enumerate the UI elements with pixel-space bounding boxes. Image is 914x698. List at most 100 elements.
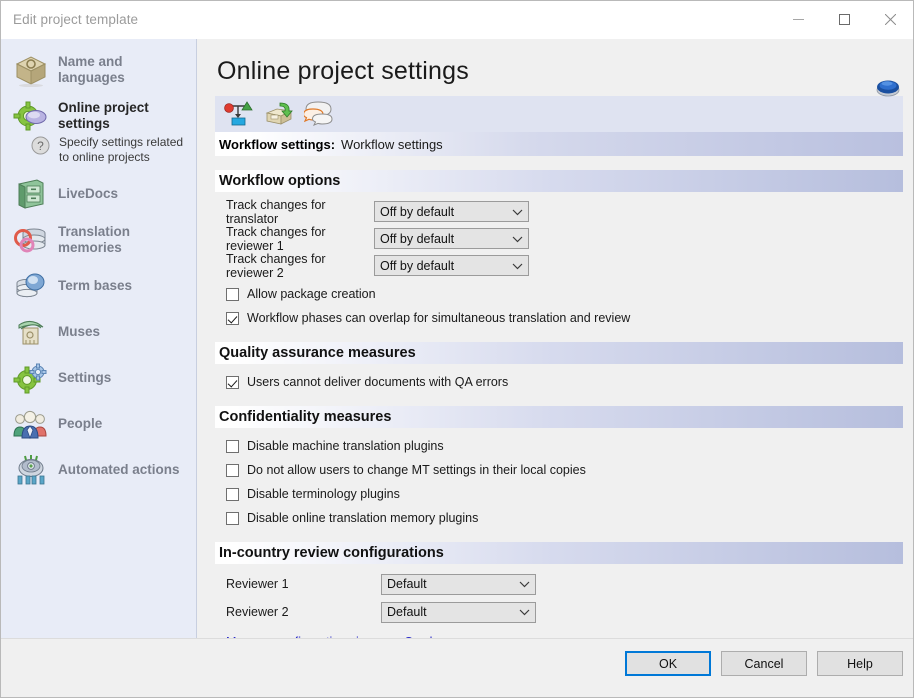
sidebar-item-livedocs[interactable]: LiveDocs [1, 171, 196, 217]
checkbox-box[interactable] [226, 288, 239, 301]
dialog-buttons: OK Cancel Help [625, 651, 903, 676]
chevron-down-icon [512, 205, 523, 219]
minimize-icon[interactable] [775, 1, 821, 38]
checkbox-workflow-phases-overlap[interactable]: Workflow phases can overlap for simultan… [219, 306, 903, 330]
file-cabinet-icon [11, 174, 51, 214]
chevron-down-icon [519, 577, 530, 591]
gears-icon [11, 358, 51, 398]
sidebar-item-name-and-languages[interactable]: Name and languages [1, 47, 196, 93]
checkbox-disable-machine-translation-plugins[interactable]: Disable machine translation plugins [219, 434, 903, 458]
combo-value: Off by default [380, 232, 454, 246]
memoq-logo-icon [875, 77, 901, 99]
sidebar-item-label: People [58, 416, 102, 432]
sidebar-item-label: Name and languages [58, 54, 190, 85]
checkbox-label: Disable online translation memory plugin… [247, 511, 478, 525]
checkbox-label: Disable machine translation plugins [247, 439, 444, 453]
checkbox-box[interactable] [226, 488, 239, 501]
robot-icon [11, 450, 51, 490]
checkbox-box[interactable] [226, 440, 239, 453]
sidebar-item-description-text: Specify settings related to online proje… [59, 135, 184, 165]
question-mark-icon: ? [31, 136, 51, 156]
sidebar-item-settings[interactable]: Settings [1, 355, 196, 401]
window-title: Edit project template [1, 12, 138, 27]
checkbox-box[interactable] [226, 464, 239, 477]
reviewer-2-select[interactable]: Default [381, 602, 536, 623]
page-title: Online project settings [207, 39, 903, 86]
help-button[interactable]: Help [817, 651, 903, 676]
checkbox-disable-online-tm-plugins[interactable]: Disable online translation memory plugin… [219, 506, 903, 530]
checkbox-box[interactable] [226, 376, 239, 389]
section-title: Workflow options [215, 170, 903, 192]
gear-cloud-icon [11, 96, 51, 136]
ok-button[interactable]: OK [625, 651, 711, 676]
field-label: Track changes for reviewer 2 [219, 252, 374, 280]
context-bar-label: Workflow settings: [219, 137, 335, 152]
checkbox-label: Disable terminology plugins [247, 487, 400, 501]
dialog-body: Name and languages [1, 39, 913, 638]
checkbox-disallow-mt-settings-change[interactable]: Do not allow users to change MT settings… [219, 458, 903, 482]
field-label: Reviewer 2 [219, 605, 381, 619]
sidebar-item-automated-actions[interactable]: Automated actions [1, 447, 196, 493]
sidebar-item-label: Translation memories [58, 224, 190, 255]
chevron-down-icon [512, 232, 523, 246]
svg-text:?: ? [37, 139, 44, 153]
workflow-settings-context-bar: Workflow settings: Workflow settings [215, 132, 903, 156]
checkbox-users-cannot-deliver-qa-errors[interactable]: Users cannot deliver documents with QA e… [219, 370, 903, 394]
section-title: Confidentiality measures [215, 406, 903, 428]
workflow-toolbar [215, 96, 903, 132]
field-label: Track changes for reviewer 1 [219, 225, 374, 253]
comments-icon[interactable] [299, 97, 339, 131]
sidebar-item-online-project-settings[interactable]: Online project settings [1, 93, 196, 139]
checkbox-allow-package-creation[interactable]: Allow package creation [219, 282, 903, 306]
field-reviewer-1: Reviewer 1 Default [219, 570, 903, 598]
sidebar-item-translation-memories[interactable]: Translation memories [1, 217, 196, 263]
term-base-icon [11, 266, 51, 306]
section-body: Disable machine translation plugins Do n… [215, 428, 903, 536]
maximize-icon[interactable] [821, 1, 867, 38]
checkbox-label: Workflow phases can overlap for simultan… [247, 311, 630, 325]
sidebar-item-people[interactable]: People [1, 401, 196, 447]
section-quality-assurance-measures: Quality assurance measures Users cannot … [215, 342, 903, 400]
package-box-icon [11, 50, 51, 90]
field-reviewer-2: Reviewer 2 Default [219, 598, 903, 626]
workflow-settings-icon[interactable] [219, 97, 259, 131]
context-bar-value: Workflow settings [341, 137, 443, 152]
delivery-box-icon[interactable] [259, 97, 299, 131]
field-track-changes-reviewer-1: Track changes for reviewer 1 Off by defa… [219, 225, 903, 252]
title-bar: Edit project template [1, 1, 913, 39]
checkbox-box[interactable] [226, 312, 239, 325]
field-label: Track changes for translator [219, 198, 374, 226]
combo-value: Default [387, 577, 427, 591]
sidebar-item-term-bases[interactable]: Term bases [1, 263, 196, 309]
section-body: Track changes for translator Off by defa… [215, 192, 903, 336]
checkbox-box[interactable] [226, 512, 239, 525]
section-body: Users cannot deliver documents with QA e… [215, 364, 903, 400]
checkbox-disable-terminology-plugins[interactable]: Disable terminology plugins [219, 482, 903, 506]
combo-value: Default [387, 605, 427, 619]
field-label: Reviewer 1 [219, 577, 381, 591]
close-icon[interactable] [867, 1, 913, 38]
cancel-button[interactable]: Cancel [721, 651, 807, 676]
sidebar-item-label: Automated actions [58, 462, 180, 478]
chevron-down-icon [519, 605, 530, 619]
track-changes-reviewer-2-select[interactable]: Off by default [374, 255, 529, 276]
track-changes-translator-select[interactable]: Off by default [374, 201, 529, 222]
section-confidentiality-measures: Confidentiality measures Disable machine… [215, 406, 903, 536]
settings-content-panel: Online project settings [197, 39, 913, 638]
section-title: Quality assurance measures [215, 342, 903, 364]
track-changes-reviewer-1-select[interactable]: Off by default [374, 228, 529, 249]
checkbox-label: Users cannot deliver documents with QA e… [247, 375, 508, 389]
checkbox-label: Do not allow users to change MT settings… [247, 463, 586, 477]
people-group-icon [11, 404, 51, 444]
sidebar-item-description: ? Specify settings related to online pro… [1, 135, 196, 171]
database-disc-icon [11, 220, 51, 260]
dialog-footer: OK Cancel Help [1, 638, 913, 697]
sidebar-item-label: Muses [58, 324, 100, 340]
sidebar-item-label: LiveDocs [58, 186, 118, 202]
dialog-window: Edit project template [0, 0, 914, 698]
sidebar-item-muses[interactable]: Muses [1, 309, 196, 355]
checkbox-label: Allow package creation [247, 287, 376, 301]
reviewer-1-select[interactable]: Default [381, 574, 536, 595]
chevron-down-icon [512, 259, 523, 273]
sidebar-nav: Name and languages [1, 39, 197, 642]
